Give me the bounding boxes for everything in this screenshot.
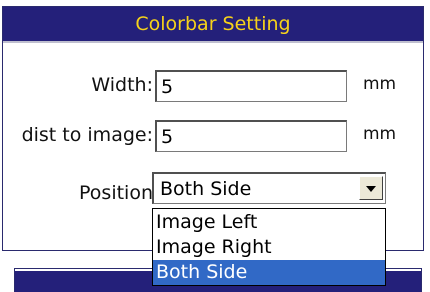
position-select-value: Both Side (160, 178, 252, 200)
colorbar-settings-screen: Colorbar Setting Width: mm dist to image… (0, 0, 430, 292)
option-image-right[interactable]: Image Right (153, 235, 385, 260)
width-unit: mm (363, 74, 397, 94)
dist-to-image-unit: mm (363, 124, 397, 144)
position-label: Position (79, 182, 153, 204)
position-select[interactable]: Both Side (152, 172, 386, 204)
option-both-side[interactable]: Both Side (153, 260, 385, 285)
width-input[interactable] (155, 70, 347, 102)
panel-title: Colorbar Setting (135, 13, 291, 35)
option-image-left[interactable]: Image Left (153, 210, 385, 235)
dropdown-button[interactable] (359, 176, 383, 200)
dist-to-image-label: dist to image: (21, 124, 153, 146)
dist-to-image-input[interactable] (155, 120, 347, 152)
width-label: Width: (91, 74, 153, 96)
panel-header: Colorbar Setting (3, 7, 423, 43)
position-dropdown-list: Image Left Image Right Both Side (152, 208, 386, 286)
chevron-down-icon (366, 186, 376, 192)
